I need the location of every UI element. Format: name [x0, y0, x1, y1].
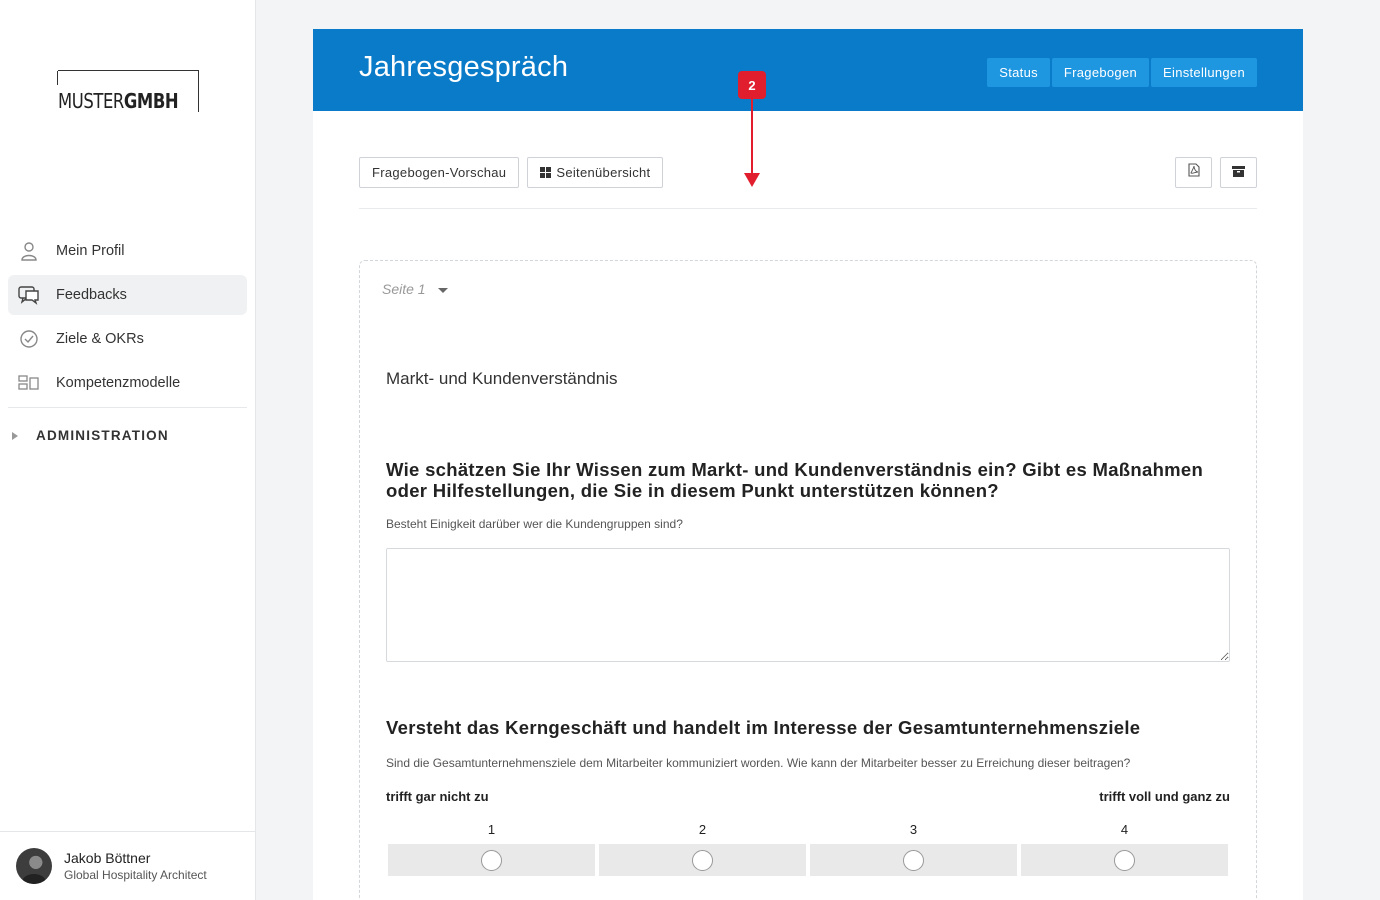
admin-label: ADMINISTRATION	[36, 428, 169, 443]
user-name: Jakob Böttner	[64, 850, 151, 866]
annotation-arrow	[751, 99, 753, 177]
nav-item-label: Feedbacks	[56, 287, 127, 303]
rating-option-cell[interactable]	[1021, 844, 1228, 876]
radio-button[interactable]	[692, 849, 713, 871]
user-info: Jakob Böttner Global Hospitality Archite…	[64, 850, 207, 882]
rating-option: 3	[810, 822, 1017, 876]
nav-item-label: Mein Profil	[56, 243, 125, 259]
page-overview-label: Seitenübersicht	[556, 165, 651, 180]
modules-icon	[18, 372, 40, 394]
grid-icon	[540, 167, 552, 178]
rating-option: 1	[388, 822, 595, 876]
nav-divider	[8, 407, 247, 408]
logo-wordmark: MUSTERGMBH	[58, 89, 179, 113]
rating-option-number: 4	[1120, 822, 1129, 837]
page-title: Jahresgespräch	[359, 51, 569, 83]
main-nav: Mein Profil Feedbacks Ziele & OKRs Kompe…	[8, 231, 247, 408]
user-icon	[18, 240, 40, 262]
check-circle-icon	[18, 328, 40, 350]
user-role: Global Hospitality Architect	[64, 868, 207, 882]
expand-triangle-icon	[12, 431, 18, 440]
tab-fragebogen[interactable]: Fragebogen	[1051, 58, 1150, 87]
admin-section-toggle[interactable]: ADMINISTRATION	[12, 428, 169, 443]
avatar	[16, 848, 52, 884]
question-2-description: Sind die Gesamtunternehmensziele dem Mit…	[386, 756, 1131, 770]
questionnaire-toolbar: Fragebogen-Vorschau Seitenübersicht	[359, 157, 664, 188]
page-selector[interactable]: Seite 1	[382, 281, 448, 297]
questionnaire-page: Seite 1 Markt- und Kundenverständnis Wie…	[359, 260, 1257, 900]
nav-item-mein-profil[interactable]: Mein Profil	[8, 231, 247, 271]
radio-button[interactable]	[903, 849, 924, 871]
question-1-description: Besteht Einigkeit darüber wer die Kunden…	[386, 517, 683, 531]
rating-option: 4	[1021, 822, 1228, 876]
rating-scale: 1 2 3 4	[388, 822, 1228, 876]
tab-status[interactable]: Status	[987, 58, 1050, 87]
rating-option: 2	[599, 822, 806, 876]
user-profile[interactable]: Jakob Böttner Global Hospitality Archite…	[0, 831, 255, 900]
section-title: Markt- und Kundenverständnis	[386, 369, 618, 388]
header-tabs: Status Fragebogen Einstellungen	[987, 58, 1257, 87]
scale-min-label: trifft gar nicht zu	[386, 789, 489, 804]
radio-button[interactable]	[481, 849, 502, 871]
caret-down-icon	[437, 287, 448, 293]
nav-item-ziele-okrs[interactable]: Ziele & OKRs	[8, 319, 247, 359]
rating-option-cell[interactable]	[388, 844, 595, 876]
question-1-answer-field[interactable]	[386, 548, 1230, 662]
rating-option-number: 1	[487, 822, 496, 837]
rating-option-number: 2	[698, 822, 707, 837]
nav-item-label: Ziele & OKRs	[56, 331, 144, 347]
tab-einstellungen[interactable]: Einstellungen	[1151, 58, 1257, 87]
annotation-badge: 2	[738, 71, 766, 99]
radio-button[interactable]	[1114, 849, 1135, 871]
nav-item-kompetenzmodelle[interactable]: Kompetenzmodelle	[8, 363, 247, 403]
archive-icon	[1232, 164, 1245, 182]
toolbar-actions	[1175, 157, 1257, 188]
rating-option-cell[interactable]	[599, 844, 806, 876]
feedback-card: Jahresgespräch Status Fragebogen Einstel…	[313, 29, 1303, 900]
rating-option-number: 3	[909, 822, 918, 837]
nav-item-label: Kompetenzmodelle	[56, 375, 181, 391]
nav-item-feedbacks[interactable]: Feedbacks	[8, 275, 247, 315]
card-header: Jahresgespräch Status Fragebogen Einstel…	[313, 29, 1303, 111]
question-1-title: Wie schätzen Sie Ihr Wissen zum Markt- u…	[386, 459, 1204, 501]
question-2-title: Versteht das Kerngeschäft und handelt im…	[386, 717, 1141, 738]
export-pdf-button[interactable]	[1175, 157, 1212, 188]
annotation-arrow-head	[744, 173, 760, 187]
archive-button[interactable]	[1220, 157, 1257, 188]
rating-option-cell[interactable]	[810, 844, 1017, 876]
sidebar: MUSTERGMBH Mein Profil Feedbacks Ziele &…	[0, 0, 256, 900]
preview-button[interactable]: Fragebogen-Vorschau	[359, 157, 520, 188]
pdf-file-icon	[1187, 163, 1200, 182]
company-logo[interactable]: MUSTERGMBH	[57, 70, 199, 113]
page-label: Seite 1	[382, 281, 426, 297]
scale-max-label: trifft voll und ganz zu	[1099, 789, 1230, 804]
chat-icon	[18, 284, 40, 306]
toolbar-divider	[359, 208, 1257, 209]
page-overview-button[interactable]: Seitenübersicht	[527, 157, 664, 188]
